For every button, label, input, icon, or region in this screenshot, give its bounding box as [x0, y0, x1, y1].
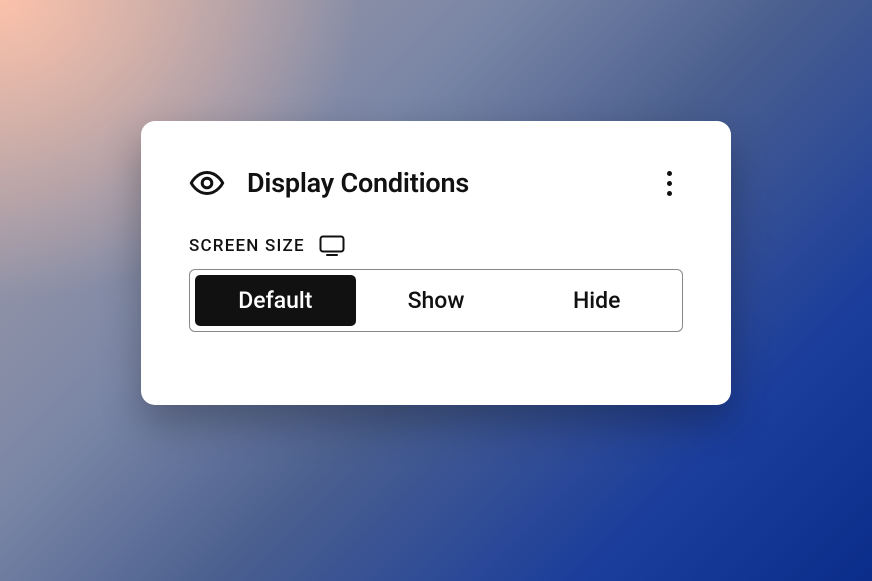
monitor-icon: [319, 235, 345, 257]
option-show[interactable]: Show: [356, 275, 517, 326]
card-header: Display Conditions: [189, 165, 683, 201]
card-title: Display Conditions: [247, 167, 469, 199]
header-left: Display Conditions: [189, 165, 469, 201]
option-hide[interactable]: Hide: [516, 275, 677, 326]
eye-icon: [189, 165, 225, 201]
screen-size-segmented-control: Default Show Hide: [189, 269, 683, 332]
section-label: SCREEN SIZE: [189, 236, 305, 256]
section-label-row: SCREEN SIZE: [189, 235, 683, 257]
option-default[interactable]: Default: [195, 275, 356, 326]
display-conditions-card: Display Conditions SCREEN SIZE Default S…: [141, 121, 731, 405]
more-options-button[interactable]: [655, 169, 683, 197]
